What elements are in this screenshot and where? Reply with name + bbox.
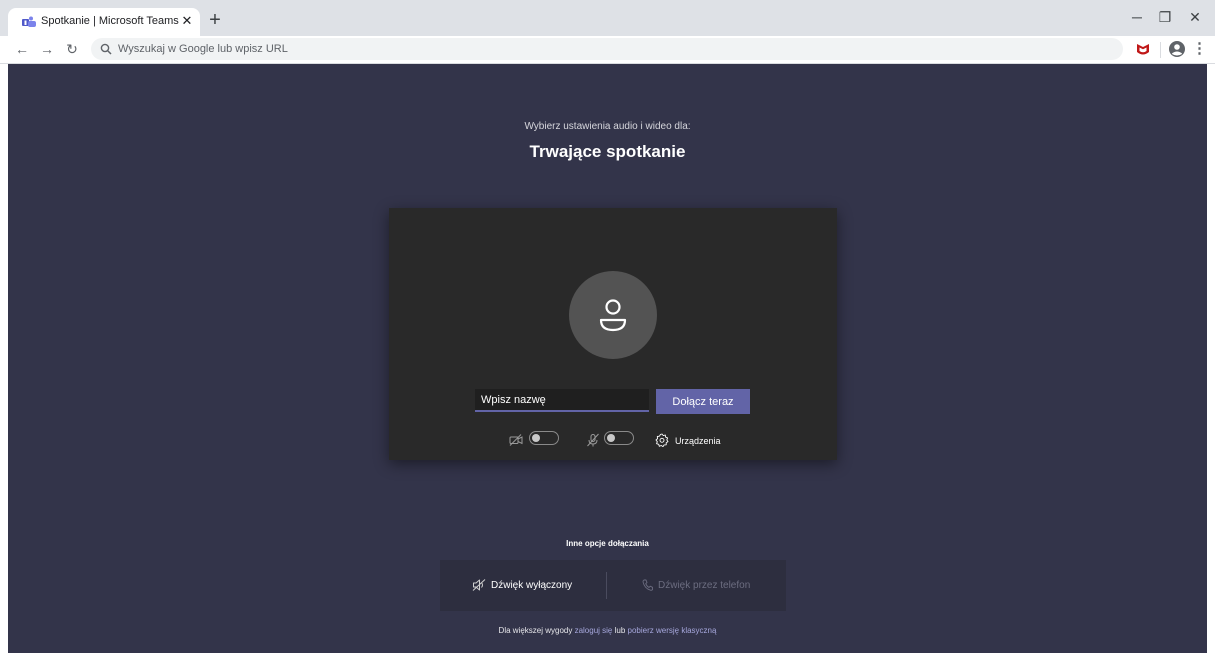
person-icon [599, 299, 627, 332]
signin-prefix: Dla większej wygody [498, 626, 575, 635]
video-preview-card: Dołącz teraz Urządzenia [389, 208, 837, 460]
mcafee-extension-icon[interactable] [1135, 41, 1151, 57]
mic-off-icon [587, 433, 599, 447]
address-bar-placeholder: Wyszukaj w Google lub wpisz URL [118, 43, 288, 55]
tab-close-icon[interactable]: ✕ [180, 14, 194, 28]
close-window-icon[interactable]: ✕ [1183, 6, 1207, 28]
speaker-off-icon [472, 579, 486, 592]
name-input[interactable] [475, 389, 649, 412]
mic-toggle-knob [607, 434, 615, 442]
minimize-icon[interactable]: ─ [1125, 6, 1149, 28]
phone-icon [642, 579, 653, 592]
signin-middle: lub [612, 626, 628, 635]
audio-video-settings-label: Wybierz ustawienia audio i wideo dla: [524, 121, 691, 132]
toolbar-divider [1160, 42, 1161, 58]
teams-logo-icon [22, 16, 36, 27]
gear-icon[interactable] [655, 433, 669, 447]
tab-title: Spotkanie | Microsoft Teams [41, 15, 179, 27]
signin-suggestion: Dla większej wygody zaloguj się lub pobi… [8, 626, 1207, 635]
other-join-options-heading: Inne opcje dołączania [566, 539, 649, 548]
browser-toolbar: ← → ↻ Wyszukaj w Google lub wpisz URL ⋮ [0, 36, 1215, 64]
phone-audio-label: Dźwięk przez telefon [658, 580, 751, 591]
teams-prejoin-page: Wybierz ustawienia audio i wideo dla: Tr… [8, 64, 1207, 653]
reload-icon[interactable]: ↻ [62, 39, 82, 59]
options-divider [606, 572, 607, 599]
audio-off-option[interactable]: Dźwięk wyłączony [472, 560, 572, 611]
search-icon [100, 43, 112, 55]
camera-toggle-knob [532, 434, 540, 442]
browser-tab-strip: Spotkanie | Microsoft Teams ✕ + ─ ❐ ✕ [0, 0, 1215, 36]
new-tab-button[interactable]: + [206, 10, 224, 30]
other-join-options: Dźwięk wyłączony Dźwięk przez telefon [440, 560, 786, 611]
signin-link[interactable]: zaloguj się [575, 626, 613, 635]
forward-icon[interactable]: → [37, 39, 57, 59]
meeting-title: Trwające spotkanie [529, 142, 686, 161]
avatar [569, 271, 657, 359]
camera-off-icon [509, 434, 523, 446]
back-icon[interactable]: ← [12, 39, 32, 59]
restore-icon[interactable]: ❐ [1153, 6, 1177, 28]
more-menu-icon[interactable]: ⋮ [1192, 39, 1207, 59]
profile-icon[interactable] [1168, 40, 1186, 58]
audio-off-label: Dźwięk wyłączony [491, 580, 573, 591]
devices-button[interactable]: Urządzenia [675, 436, 721, 446]
phone-audio-option: Dźwięk przez telefon [642, 560, 750, 611]
download-classic-link[interactable]: pobierz wersję klasyczną [628, 626, 717, 635]
browser-tab[interactable]: Spotkanie | Microsoft Teams ✕ [8, 8, 200, 36]
camera-toggle[interactable] [529, 431, 559, 445]
address-bar[interactable]: Wyszukaj w Google lub wpisz URL [91, 38, 1123, 60]
join-now-button[interactable]: Dołącz teraz [656, 389, 750, 414]
mic-toggle[interactable] [604, 431, 634, 445]
